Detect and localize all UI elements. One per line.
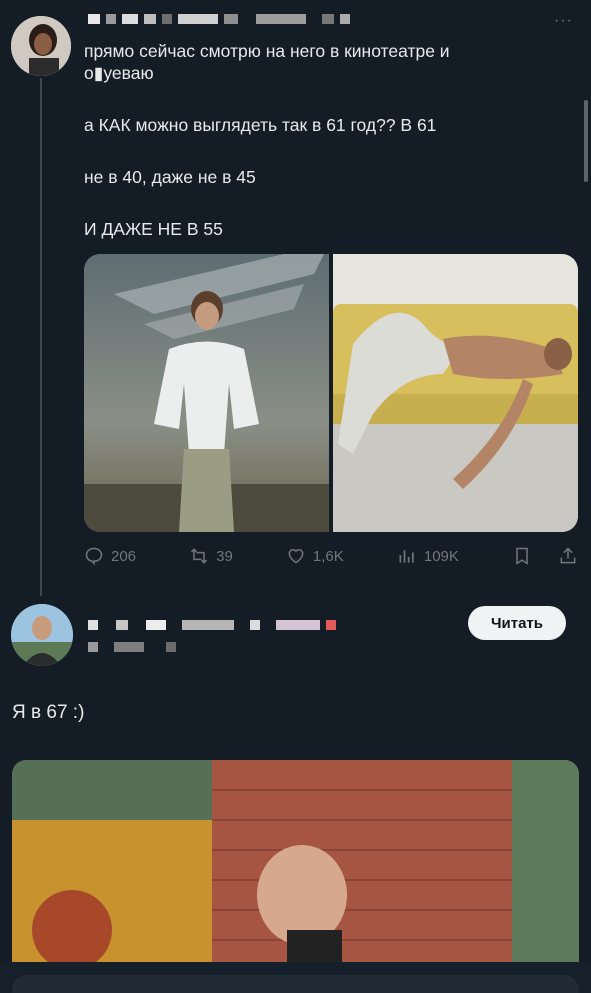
thread-screen: ··· прямо сейчас смотрю на него в киноте… [0, 0, 591, 993]
author-name-redacted[interactable] [88, 14, 356, 24]
redacted-block [146, 620, 166, 630]
avatar-photo [11, 16, 71, 76]
share-icon[interactable] [558, 546, 578, 566]
heart-icon [288, 549, 304, 564]
more-dots-icon[interactable]: ··· [554, 12, 573, 30]
views-chart-icon [399, 550, 414, 563]
like-count: 1,6K [312, 547, 344, 565]
redacted-block [162, 14, 172, 24]
avatar-photo [11, 604, 73, 666]
redacted-block [122, 14, 138, 24]
redacted-block [224, 14, 238, 24]
reply-count: 206 [111, 547, 137, 565]
tweet-line: о▮уеваю [84, 63, 154, 83]
views-button[interactable]: 109K [397, 546, 459, 566]
thread-connector-line [40, 78, 42, 596]
scrollbar[interactable] [584, 100, 588, 182]
redacted-block [322, 14, 334, 24]
reply-handle-redacted [88, 642, 182, 652]
redacted-block [144, 14, 156, 24]
repost-button[interactable]: 39 [189, 546, 233, 566]
poster-image [84, 254, 329, 532]
reply-compose-box[interactable] [12, 975, 579, 993]
reply-author-name-redacted[interactable] [88, 620, 342, 630]
repost-count: 39 [216, 547, 233, 565]
media-photo-couch[interactable] [333, 254, 578, 532]
follow-button[interactable]: Читать [468, 606, 566, 640]
repost-icon [191, 548, 208, 564]
avatar[interactable] [11, 16, 71, 76]
redacted-block [250, 620, 260, 630]
redacted-block [88, 620, 98, 630]
reply-photo-image [12, 760, 579, 970]
redacted-block [88, 642, 98, 652]
reply-icon [85, 547, 103, 566]
redacted-block [88, 14, 100, 24]
avatar[interactable] [11, 604, 73, 666]
like-button[interactable]: 1,6K [286, 546, 344, 566]
reply-button[interactable]: 206 [84, 546, 136, 566]
tweet-line: прямо сейчас смотрю на него в кинотеатре… [84, 41, 450, 61]
couch-image [333, 254, 578, 532]
redacted-block [182, 620, 234, 630]
tweet-action-bar: 206 39 1,6K 109K [84, 542, 578, 570]
tweet-line: не в 40, даже не в 45 [84, 167, 256, 187]
reply-text: Я в 67 :) [12, 702, 85, 723]
media-photo-poster[interactable] [84, 254, 329, 532]
redacted-block [340, 14, 350, 24]
tweet-media-grid [84, 254, 578, 532]
view-count: 109K [423, 547, 459, 565]
redacted-block [106, 14, 116, 24]
redacted-block [276, 620, 320, 630]
tweet-line: И ДАЖЕ НЕ В 55 [84, 219, 223, 239]
bookmark-icon[interactable] [512, 546, 532, 566]
redacted-block [114, 642, 144, 652]
tweet-line: а КАК можно выглядеть так в 61 год?? В 6… [84, 115, 437, 135]
tweet-text: прямо сейчас смотрю на него в кинотеатре… [84, 40, 554, 240]
redacted-block [256, 14, 306, 24]
tweet-extra-actions [512, 546, 578, 566]
redacted-block [166, 642, 176, 652]
reply-media-photo[interactable] [12, 760, 579, 970]
redacted-block [326, 620, 336, 630]
redacted-block [116, 620, 128, 630]
redacted-block [178, 14, 218, 24]
